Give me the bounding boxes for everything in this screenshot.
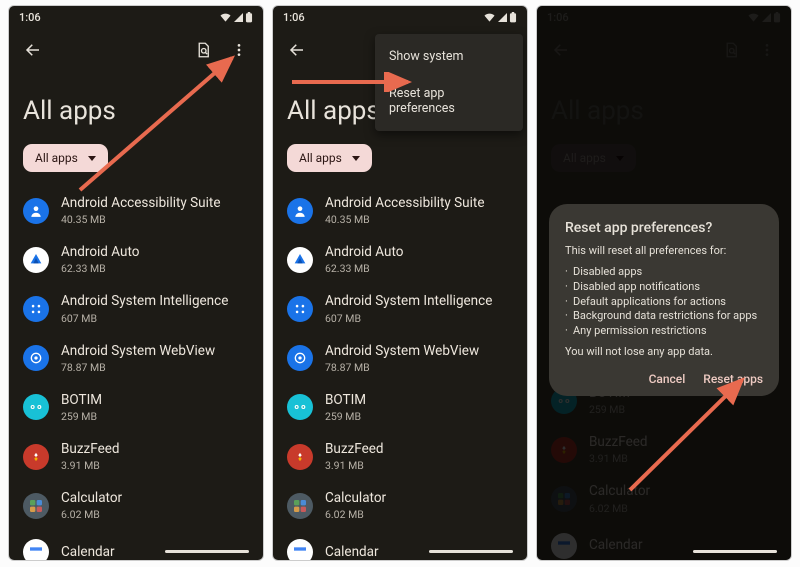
dialog-cancel-button[interactable]: Cancel: [649, 372, 686, 386]
search-page-button[interactable]: [185, 32, 221, 68]
app-bar: [9, 28, 263, 72]
menu-item-show-system[interactable]: Show system: [375, 38, 523, 75]
app-name: Android Auto: [325, 244, 403, 260]
app-size: 607 MB: [61, 312, 228, 325]
app-name: Calculator: [325, 490, 386, 506]
dialog-note: You will not lose any app data.: [565, 345, 763, 360]
app-name: Android Auto: [61, 244, 139, 260]
filter-chip-label: All apps: [35, 151, 78, 165]
app-name: Android System Intelligence: [61, 293, 228, 309]
app-row[interactable]: Calendar: [21, 530, 251, 561]
app-size: 3.91 MB: [325, 459, 384, 472]
app-size: 78.87 MB: [325, 361, 479, 374]
app-name: Android System Intelligence: [325, 293, 492, 309]
app-row[interactable]: Android System WebView 78.87 MB: [21, 334, 251, 383]
dialog-bullet: Any permission restrictions: [565, 324, 763, 339]
tutorial-three-phones: 1:06 All apps: [0, 0, 800, 567]
app-size: 6.02 MB: [61, 508, 122, 521]
filter-chip[interactable]: All apps: [287, 144, 372, 172]
app-size: 259 MB: [325, 410, 366, 423]
filter-chip[interactable]: All apps: [23, 144, 108, 172]
gesture-nav-handle[interactable]: [693, 550, 777, 553]
dialog-lead: This will reset all preferences for:: [565, 244, 763, 259]
app-name: Calendar: [325, 544, 379, 560]
app-row[interactable]: BOTIM 259 MB: [21, 383, 251, 432]
app-row[interactable]: Android System Intelligence 607 MB: [21, 284, 251, 333]
file-search-icon: [194, 41, 212, 59]
dialog-bullet: Background data restrictions for apps: [565, 309, 763, 324]
app-size: 259 MB: [61, 410, 102, 423]
app-row[interactable]: Android Accessibility Suite 40.35 MB: [21, 186, 251, 235]
status-bar: 1:06: [9, 6, 263, 28]
app-size: 607 MB: [325, 312, 492, 325]
app-row[interactable]: Calculator 6.02 MB: [285, 481, 515, 530]
app-size: 6.02 MB: [325, 508, 386, 521]
app-name: Android Accessibility Suite: [61, 195, 220, 211]
app-row[interactable]: BOTIM 259 MB: [285, 383, 515, 432]
status-bar: 1:06: [273, 6, 527, 28]
app-name: BuzzFeed: [325, 441, 384, 457]
back-button[interactable]: [15, 32, 51, 68]
app-row[interactable]: BuzzFeed 3.91 MB: [285, 432, 515, 481]
dialog-bullet: Disabled apps: [565, 265, 763, 280]
menu-item-reset-preferences[interactable]: Reset app preferences: [375, 75, 523, 127]
app-size: 62.33 MB: [325, 262, 403, 275]
app-row[interactable]: Calculator 6.02 MB: [21, 481, 251, 530]
status-icons: [220, 12, 253, 23]
app-name: BuzzFeed: [61, 441, 120, 457]
dialog-bullet: Default applications for actions: [565, 295, 763, 310]
app-row[interactable]: Android Accessibility Suite 40.35 MB: [285, 186, 515, 235]
app-row[interactable]: Android Auto 62.33 MB: [21, 235, 251, 284]
app-name: Calculator: [61, 490, 122, 506]
app-name: Android System WebView: [61, 343, 215, 359]
phone-2: 1:06 Show system Reset app preferences A…: [272, 5, 528, 561]
app-row[interactable]: Android Auto 62.33 MB: [285, 235, 515, 284]
app-size: 3.91 MB: [61, 459, 120, 472]
app-name: BOTIM: [61, 392, 102, 408]
screen-title: All apps: [9, 72, 263, 144]
app-name: BOTIM: [325, 392, 366, 408]
app-name: Android System WebView: [325, 343, 479, 359]
app-size: 78.87 MB: [61, 361, 215, 374]
filter-chip-label: All apps: [299, 151, 342, 165]
app-size: 62.33 MB: [61, 262, 139, 275]
back-button[interactable]: [279, 32, 315, 68]
app-row[interactable]: Calendar: [285, 530, 515, 561]
app-name: Android Accessibility Suite: [325, 195, 484, 211]
status-icons: [484, 12, 517, 23]
app-row[interactable]: Android System Intelligence 607 MB: [285, 284, 515, 333]
app-name: Calendar: [61, 544, 115, 560]
phone-3: 1:06 All apps: [536, 5, 792, 561]
signal-icon: [233, 12, 243, 22]
app-list[interactable]: Android Accessibility Suite 40.35 MB And…: [273, 186, 527, 561]
phone-1: 1:06 All apps: [8, 5, 264, 561]
wifi-icon: [484, 12, 495, 22]
gesture-nav-handle[interactable]: [165, 550, 249, 553]
dialog-bullet-list: Disabled appsDisabled app notificationsD…: [565, 265, 763, 339]
app-size: 40.35 MB: [325, 213, 484, 226]
battery-icon: [509, 12, 517, 23]
battery-icon: [245, 12, 253, 23]
overflow-menu-button[interactable]: [221, 32, 257, 68]
clock: 1:06: [283, 11, 305, 24]
more-vert-icon: [231, 42, 247, 58]
wifi-icon: [220, 12, 231, 22]
reset-preferences-dialog: Reset app preferences? This will reset a…: [549, 204, 779, 396]
chevron-down-icon: [88, 156, 96, 161]
app-list[interactable]: Android Accessibility Suite 40.35 MB And…: [9, 186, 263, 561]
signal-icon: [497, 12, 507, 22]
app-size: 40.35 MB: [61, 213, 220, 226]
dialog-confirm-button[interactable]: Reset apps: [703, 372, 763, 386]
app-row[interactable]: Android System WebView 78.87 MB: [285, 334, 515, 383]
chevron-down-icon: [352, 156, 360, 161]
overflow-menu-popup: Show system Reset app preferences: [375, 34, 523, 131]
dialog-title: Reset app preferences?: [565, 220, 763, 236]
gesture-nav-handle[interactable]: [429, 550, 513, 553]
clock: 1:06: [19, 11, 41, 24]
dialog-bullet: Disabled app notifications: [565, 280, 763, 295]
app-row[interactable]: BuzzFeed 3.91 MB: [21, 432, 251, 481]
